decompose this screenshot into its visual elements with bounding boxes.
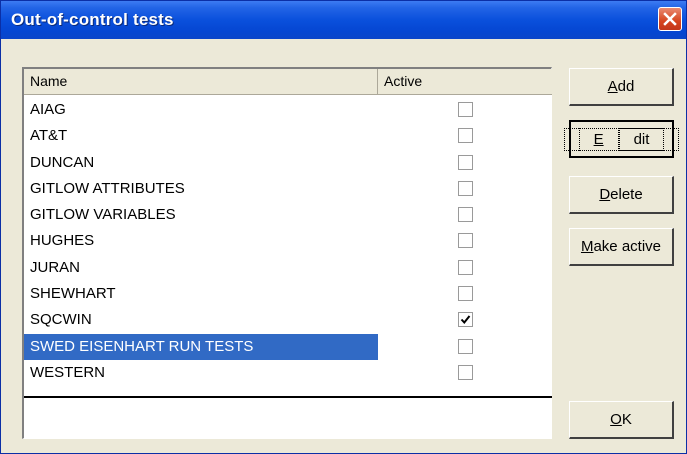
list-item[interactable]: SQCWIN <box>24 307 552 333</box>
active-checkbox[interactable] <box>458 286 473 302</box>
list-item[interactable]: GITLOW VARIABLES <box>24 202 552 228</box>
active-checkbox[interactable] <box>458 338 473 354</box>
list-item[interactable]: HUGHES <box>24 228 552 254</box>
test-name: HUGHES <box>30 232 95 250</box>
ok-mnemonic: O <box>610 411 622 428</box>
add-label-rest: dd <box>617 78 635 95</box>
active-checkbox[interactable] <box>458 259 473 275</box>
edit-label-rest: dit <box>618 127 665 151</box>
test-name: SHEWHART <box>30 285 116 303</box>
active-checkbox[interactable] <box>458 233 473 249</box>
list-item[interactable]: WESTERN <box>24 360 552 386</box>
list-item[interactable]: GITLOW ATTRIBUTES <box>24 176 552 202</box>
test-name: AIAG <box>30 101 66 118</box>
active-checkbox[interactable] <box>458 207 473 223</box>
delete-mnemonic: D <box>599 186 611 203</box>
column-header-name[interactable]: Name <box>24 69 378 94</box>
active-checkbox[interactable] <box>458 312 473 328</box>
edit-mnemonic: E <box>578 127 619 151</box>
test-name: AT&T <box>30 127 68 145</box>
active-checkbox[interactable] <box>458 128 473 144</box>
list-header: Name Active <box>24 69 552 95</box>
close-button[interactable] <box>658 7 682 31</box>
active-checkbox[interactable] <box>458 154 473 170</box>
active-checkbox[interactable] <box>458 364 473 380</box>
test-name: JURAN <box>30 258 81 276</box>
test-name: DUNCAN <box>30 153 95 171</box>
list-divider <box>24 396 552 398</box>
checkmark-icon <box>460 315 471 325</box>
list-item[interactable]: SWED EISENHART RUN TESTS <box>24 333 552 360</box>
ok-label-rest: K <box>621 411 632 428</box>
test-name: WESTERN <box>30 363 105 381</box>
window-title: Out-of-control tests <box>11 10 174 29</box>
test-name: SQCWIN <box>30 311 92 329</box>
active-checkbox[interactable] <box>458 180 473 196</box>
test-name: SWED EISENHART RUN TESTS <box>24 333 378 360</box>
make-active-label-rest: ake active <box>593 238 662 255</box>
list-item[interactable]: AIAG <box>24 97 552 123</box>
test-name: GITLOW VARIABLES <box>30 206 176 224</box>
make-active-mnemonic: M <box>580 238 594 255</box>
list-item[interactable]: JURAN <box>24 255 552 281</box>
close-icon <box>663 12 677 26</box>
test-name: GITLOW ATTRIBUTES <box>30 179 185 197</box>
tests-list[interactable]: Name Active AIAG AT&T DUNCAN GITLOW ATTRIBU… <box>22 67 552 439</box>
edit-button[interactable]: Edit <box>563 120 680 158</box>
delete-button[interactable]: Delete <box>569 176 674 214</box>
active-checkbox[interactable] <box>458 102 473 117</box>
list-item[interactable]: SHEWHART <box>24 281 552 307</box>
add-button[interactable]: Add <box>569 68 674 106</box>
ok-button[interactable]: OK <box>569 401 674 439</box>
dialog-window: Out-of-control tests Name Active AIAG AT&… <box>0 0 687 454</box>
make-active-button[interactable]: Make active <box>569 228 674 266</box>
add-mnemonic: A <box>607 78 618 95</box>
title-bar[interactable]: Out-of-control tests <box>1 1 686 39</box>
list-rows: AIAG AT&T DUNCAN GITLOW ATTRIBUTES GITLOW VA… <box>24 97 552 386</box>
delete-label-rest: elete <box>610 186 643 203</box>
column-header-active[interactable]: Active <box>378 69 554 94</box>
list-item[interactable]: DUNCAN <box>24 150 552 176</box>
list-item[interactable]: AT&T <box>24 123 552 149</box>
